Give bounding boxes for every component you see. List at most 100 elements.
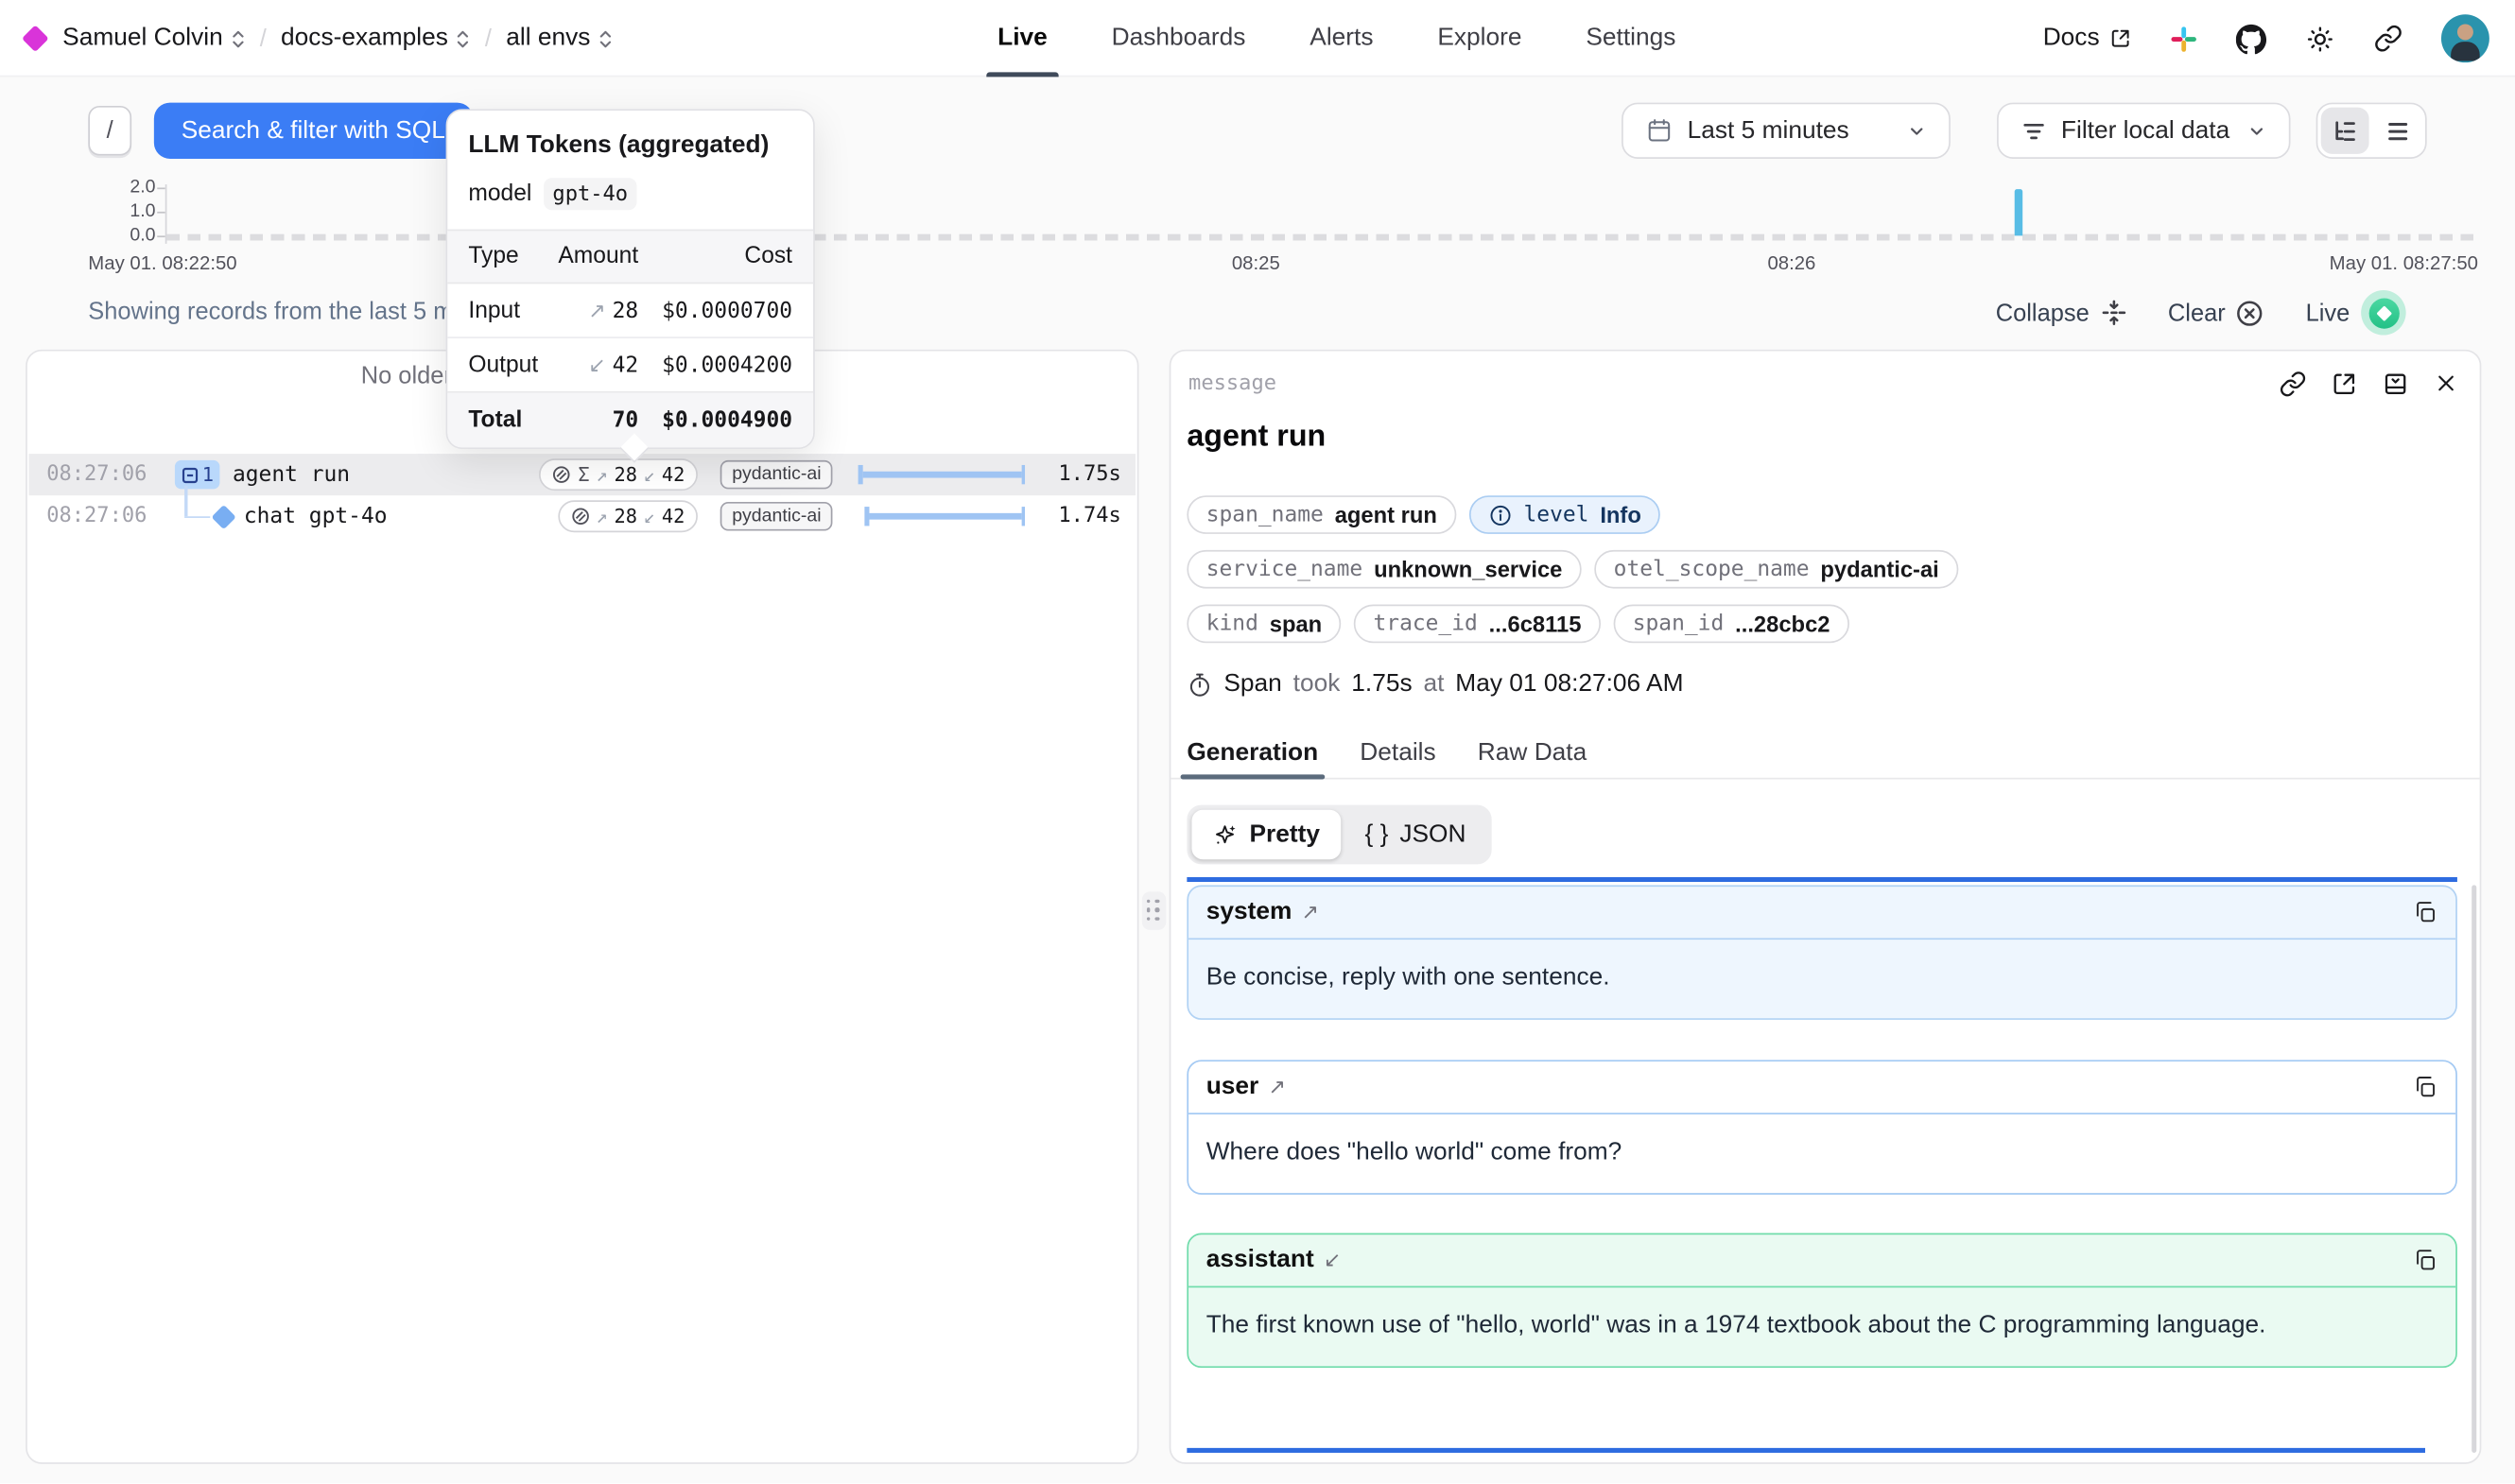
list-view-button[interactable] [2375,108,2422,154]
tab-raw-data[interactable]: Raw Data [1478,730,1587,778]
x-tick-label: May 01. 08:27:50 [2330,251,2478,274]
scope-tag[interactable]: pydantic-ai [720,460,832,490]
input-tokens: 28 [614,463,637,486]
user-avatar[interactable] [2441,14,2489,62]
scrollbar[interactable] [2472,885,2476,1453]
external-link-icon [2109,27,2132,50]
scroll-boundary-top [1187,877,2457,882]
y-tick-mark [157,212,165,214]
trace-timestamp: 08:27:06 [46,505,147,528]
span-duration: 1.75s [1351,670,1412,699]
y-tick-label: 1.0 [88,202,155,223]
message-card-system: system ↗ Be concise, reply with one sent… [1187,885,2457,1020]
record-kind-label: message [1188,372,1276,396]
open-in-new-icon[interactable] [2331,371,2358,398]
duration-bar [864,507,1025,526]
llm-tokens-tooltip: LLM Tokens (aggregated) model gpt-4o Typ… [446,109,815,449]
span-name: chat gpt-4o [244,504,388,529]
render-mode-toggle: Pretty { } JSON [1187,805,1491,865]
copy-icon[interactable] [2412,1075,2437,1100]
org-switcher[interactable]: Samuel Colvin [62,24,245,53]
logfire-logo-icon [22,25,49,52]
slash-shortcut-key[interactable]: / [88,106,131,156]
copy-link-icon[interactable] [2280,371,2307,398]
tree-view-button[interactable] [2321,108,2368,154]
search-filter-button[interactable]: Search & filter with SQL [154,103,473,159]
dock-panel-icon[interactable] [2382,371,2409,398]
badge-row: kind span trace_id ...6c8115 span_id ...… [1187,605,1848,644]
copy-icon[interactable] [2412,900,2437,925]
tab-details[interactable]: Details [1360,730,1435,778]
badge-level[interactable]: level Info [1469,495,1660,534]
collapse-button[interactable]: Collapse [1996,299,2126,326]
share-link-icon[interactable] [2374,24,2403,53]
json-toggle-button[interactable]: { } JSON [1344,810,1487,860]
histogram-bar[interactable] [2015,189,2022,235]
list-controls: Collapse Clear Live [1996,290,2406,336]
tooltip-row-total: Total 70 $0.0004900 [447,393,813,448]
duration-bar [859,465,1025,484]
input-tokens: 28 [614,505,637,527]
slack-icon[interactable] [2170,25,2197,52]
message-text: Be concise, reply with one sentence. [1188,940,2455,1018]
pretty-toggle-button[interactable]: Pretty [1191,810,1341,860]
copy-icon[interactable] [2412,1248,2437,1273]
duration-value: 1.74s [1058,505,1120,528]
y-tick-mark [157,187,165,189]
breadcrumb-separator: / [485,25,492,52]
tab-generation[interactable]: Generation [1187,730,1318,778]
collapse-children-badge[interactable]: 1 [175,460,220,490]
badge-trace-id: trace_id ...6c8115 [1354,605,1601,644]
token-summary-pill[interactable]: ↗ 28 ↙ 42 [558,500,698,532]
theme-toggle-icon[interactable] [2305,24,2335,54]
time-range-value: Last 5 minutes [1688,116,1849,146]
span-title: agent run [1187,420,1326,455]
close-icon[interactable] [2433,371,2458,398]
clear-button[interactable]: Clear [2168,299,2264,326]
input-arrow-icon: ↗ [588,298,606,323]
collapse-label: Collapse [1996,299,2090,326]
github-icon[interactable] [2236,24,2266,54]
span-timestamp: May 01 08:27:06 AM [1455,670,1683,699]
message-text: The first known use of "hello, world" wa… [1188,1287,2455,1366]
sparkle-icon [1213,821,1239,847]
panel-resize-handle[interactable] [1142,891,1166,930]
env-switcher[interactable]: all envs [506,24,613,53]
message-text: Where does "hello world" come from? [1188,1114,2455,1193]
tab-live[interactable]: Live [997,0,1048,77]
docs-link[interactable]: Docs [2043,24,2132,53]
badge-span-id: span_id ...28cbc2 [1613,605,1848,644]
project-switcher[interactable]: docs-examples [281,24,471,53]
token-coin-icon [552,465,571,484]
message-card-user: user ↗ Where does "hello world" come fro… [1187,1060,2457,1195]
token-summary-pill[interactable]: Σ ↗ 28 ↙ 42 [540,458,698,491]
time-range-dropdown[interactable]: Last 5 minutes [1622,103,1951,159]
output-arrow-icon: ↙ [644,463,655,486]
tab-alerts[interactable]: Alerts [1310,0,1373,77]
tooltip-title: LLM Tokens (aggregated) [447,111,813,161]
y-tick-mark [157,235,165,237]
org-name: Samuel Colvin [62,24,223,53]
badge-service-name: service_name unknown_service [1187,550,1581,589]
project-name: docs-examples [281,24,448,53]
trace-row-agent-run[interactable]: 08:27:06 1 agent run Σ ↗ 28 ↙ 42 pydanti… [29,454,1136,495]
scroll-boundary-bottom [1187,1448,2425,1453]
tooltip-row-input: Input ↗28 $0.0000700 [447,284,813,338]
filter-local-data-dropdown[interactable]: Filter local data [1997,103,2290,159]
tab-explore[interactable]: Explore [1437,0,1521,77]
trace-row-chat-gpt-4o[interactable]: 08:27:06 chat gpt-4o ↗ 28 ↙ 42 pydantic-… [29,495,1136,537]
tab-settings[interactable]: Settings [1586,0,1675,77]
tab-dashboards[interactable]: Dashboards [1112,0,1246,77]
docs-label: Docs [2043,24,2100,53]
live-toggle[interactable]: Live [2306,290,2406,336]
top-nav: Samuel Colvin / docs-examples / all envs… [0,0,2515,77]
braces-icon: { } [1365,820,1389,850]
tree-connector [184,515,210,518]
nav-actions: Docs [2043,0,2489,77]
badge-otel-scope-name: otel_scope_name pydantic-ai [1594,550,1958,589]
x-tick-label: May 01. 08:22:50 [88,251,236,274]
scope-tag[interactable]: pydantic-ai [720,502,832,531]
collapse-icon [2101,300,2126,325]
badge-row: service_name unknown_service otel_scope_… [1187,550,1958,589]
role-label: user [1206,1073,1259,1102]
